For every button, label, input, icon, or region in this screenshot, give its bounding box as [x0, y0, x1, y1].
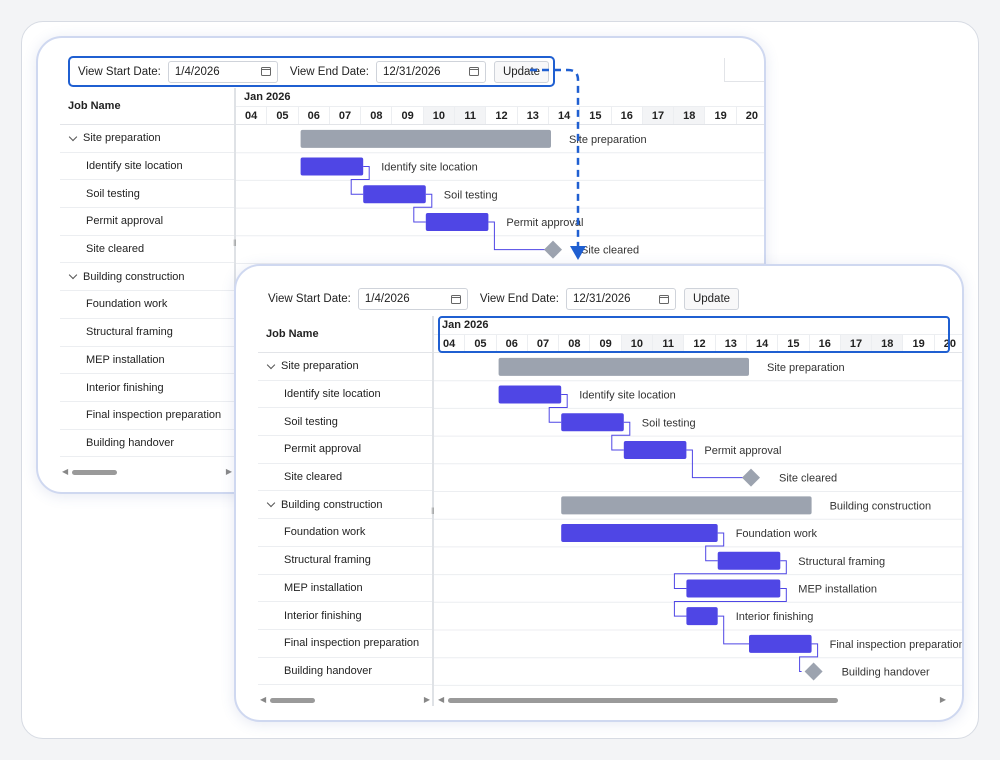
task-bar-label: Structural framing [798, 556, 885, 568]
table-row[interactable]: Site cleared [258, 464, 432, 492]
calendar-icon[interactable] [450, 294, 461, 304]
calendar-icon[interactable] [658, 294, 669, 304]
task-bar-label: Site cleared [779, 473, 837, 485]
task-name: Final inspection preparation [284, 637, 420, 650]
grid-scrollbar[interactable]: ◀ ▶ [258, 694, 432, 708]
task-bar[interactable] [561, 413, 624, 432]
arrow-down-icon [570, 246, 586, 260]
task-name: Interior finishing [284, 609, 362, 622]
chevron-down-icon[interactable] [266, 499, 276, 508]
task-name: Soil testing [284, 415, 338, 428]
timeline-highlight [438, 316, 950, 353]
task-name: Site preparation [281, 360, 359, 373]
scroll-left-icon[interactable]: ◀ [260, 695, 266, 704]
task-bar-label: Building handover [842, 667, 930, 679]
scroll-left-icon[interactable]: ◀ [438, 695, 444, 704]
task-bar[interactable] [623, 440, 687, 459]
task-name: Site cleared [284, 471, 343, 484]
table-row[interactable]: Site preparation [258, 353, 432, 381]
chart-body: Site preparation Identify site location So… [434, 357, 964, 686]
start-date-label: View Start Date: [268, 293, 351, 305]
task-bar-label: MEP installation [798, 583, 877, 595]
end-date-label: View End Date: [479, 293, 559, 305]
task-rows: Site preparation Identify site location So… [258, 353, 432, 686]
table-row[interactable]: Foundation work [258, 519, 432, 547]
table-row[interactable]: MEP installation [258, 575, 432, 603]
task-bar-label: Soil testing [642, 417, 696, 429]
scroll-thumb[interactable] [270, 698, 315, 703]
date-toolbar: View Start Date: 1/4/2026 View End Date:… [260, 286, 743, 312]
gantt-panel-front: View Start Date: 1/4/2026 View End Date:… [234, 264, 964, 722]
task-bar[interactable] [686, 607, 718, 626]
chevron-down-icon[interactable] [266, 360, 276, 370]
task-bar[interactable] [686, 579, 781, 598]
gantt-chart: Jan 2026 04 05 06 07 08 09 10 11 12 13 14 15 16 17 18 1… [434, 316, 964, 706]
task-bar-label: Interior finishing [736, 611, 814, 623]
task-bar-label: Site preparation [767, 362, 845, 374]
task-bar[interactable] [749, 634, 812, 653]
dashed-connector [530, 68, 580, 248]
job-name-header[interactable]: Job Name [258, 316, 432, 353]
table-row[interactable]: Final inspection preparation [258, 630, 432, 658]
task-name: Structural framing [284, 554, 371, 567]
table-row[interactable]: Building construction [258, 491, 432, 520]
task-bar[interactable] [717, 551, 781, 570]
milestone-marker[interactable] [742, 468, 760, 487]
task-name: Permit approval [284, 443, 362, 456]
scroll-right-icon[interactable]: ▶ [940, 695, 946, 704]
task-bar-label: Permit approval [704, 445, 781, 457]
table-row[interactable]: Soil testing [258, 408, 432, 437]
task-name: Building handover [284, 664, 373, 677]
end-date-picker[interactable]: 12/31/2026 [565, 288, 676, 310]
task-name: MEP installation [284, 581, 363, 594]
summary-bar[interactable] [561, 496, 812, 515]
scroll-right-icon[interactable]: ▶ [424, 695, 430, 704]
task-bar-label: Final inspection preparation [830, 639, 964, 651]
task-bar-label: Identify site location [579, 390, 676, 402]
start-date-picker[interactable]: 1/4/2026 [357, 288, 468, 310]
table-row[interactable]: Identify site location [258, 381, 432, 409]
table-row[interactable]: Building handover [258, 658, 432, 686]
task-bar[interactable] [561, 524, 718, 543]
end-date-value: 12/31/2026 [572, 293, 631, 305]
summary-bar[interactable] [498, 357, 749, 376]
table-row[interactable]: Structural framing [258, 547, 432, 575]
scroll-thumb[interactable] [448, 698, 838, 703]
milestone-marker[interactable] [804, 662, 823, 681]
task-grid: Job Name Site preparation Identify site l… [258, 316, 432, 686]
table-row[interactable]: Permit approval [258, 436, 432, 464]
task-bar-label: Foundation work [736, 528, 818, 540]
chart-scrollbar[interactable]: ◀ ▶ [436, 694, 948, 708]
start-date-value: 1/4/2026 [364, 293, 410, 305]
table-row[interactable]: Interior finishing [258, 602, 432, 630]
task-name: Foundation work [284, 526, 366, 539]
task-bar[interactable] [498, 385, 562, 404]
task-bar-label: Building construction [830, 500, 932, 512]
task-name: Building construction [281, 498, 383, 511]
task-name: Identify site location [284, 388, 381, 401]
update-button[interactable]: Update [683, 288, 740, 310]
